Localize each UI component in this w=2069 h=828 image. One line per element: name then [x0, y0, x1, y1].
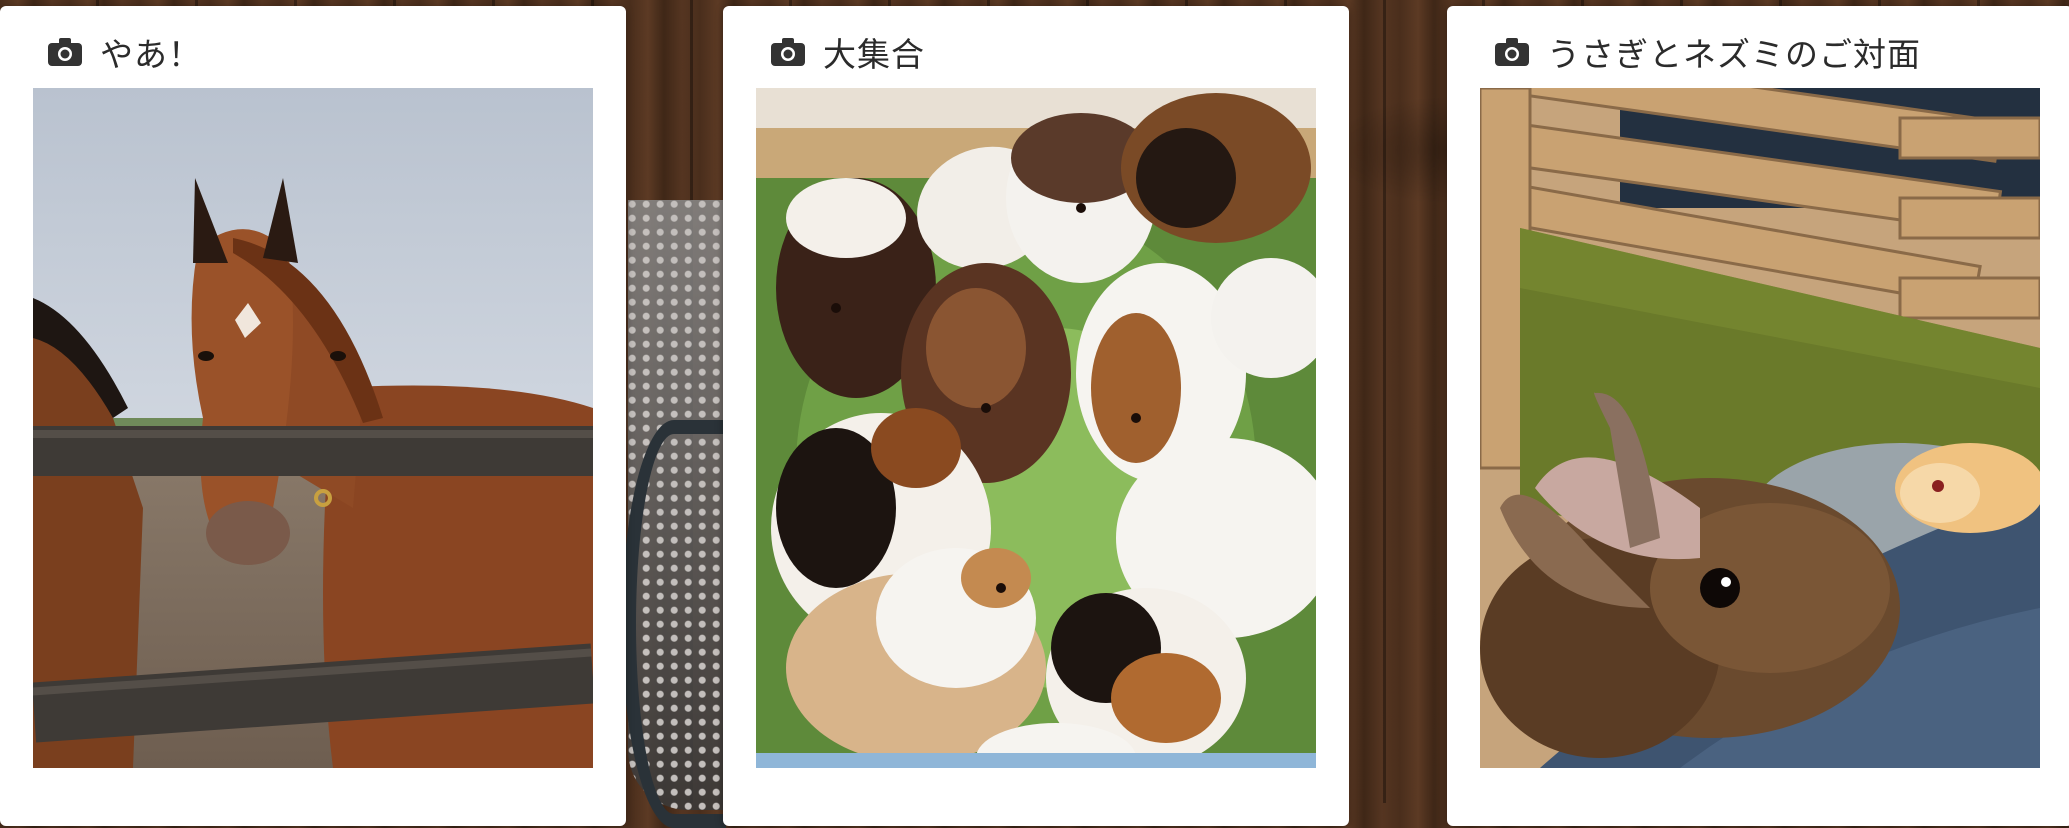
- background-ring: [622, 420, 726, 828]
- photo-horse-at-fence[interactable]: [33, 88, 593, 768]
- card-header: やあ！: [48, 24, 202, 80]
- photo-card-2[interactable]: 大集合: [723, 6, 1349, 826]
- camera-icon: [1495, 38, 1529, 66]
- card-title: やあ！: [100, 35, 202, 74]
- card-header: うさぎとネズミのご対面: [1495, 24, 1921, 80]
- card-title: うさぎとネズミのご対面: [1547, 35, 1921, 74]
- card-header: 大集合: [771, 24, 925, 80]
- camera-icon: [48, 38, 82, 66]
- photo-card-3[interactable]: うさぎとネズミのご対面: [1447, 6, 2069, 826]
- photo-guinea-pigs-eating[interactable]: [756, 88, 1316, 768]
- photo-rabbit-and-hamster[interactable]: [1480, 88, 2040, 768]
- photo-card-1[interactable]: やあ！: [0, 6, 626, 826]
- camera-icon: [771, 38, 805, 66]
- card-title: 大集合: [823, 35, 925, 74]
